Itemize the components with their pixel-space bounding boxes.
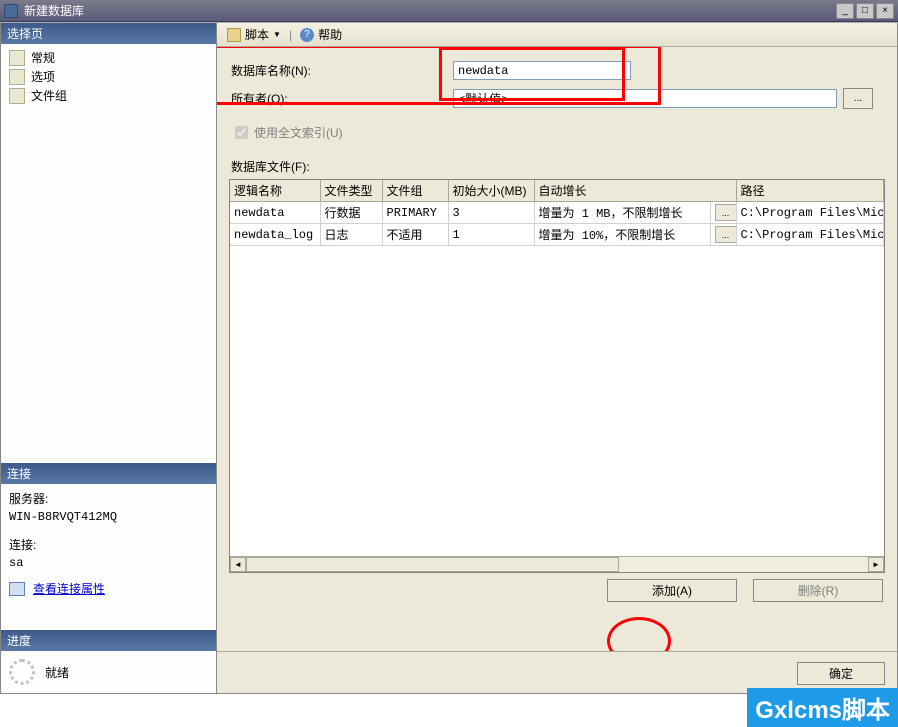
cell-path[interactable]: C:\Program Files\Micr: [736, 202, 883, 224]
owner-label: 所有者(O):: [229, 90, 453, 107]
owner-input[interactable]: [453, 89, 837, 108]
scroll-left-button[interactable]: ◄: [230, 557, 246, 572]
app-icon: [4, 4, 18, 18]
script-button[interactable]: 脚本 ▼: [223, 25, 285, 44]
col-autogrowth[interactable]: 自动增长: [534, 180, 736, 202]
page-icon: [9, 50, 25, 66]
conn-label: 连接:: [9, 536, 208, 554]
add-button[interactable]: 添加(A): [607, 579, 737, 602]
col-initial-size[interactable]: 初始大小(MB): [448, 180, 534, 202]
view-connection-properties-link[interactable]: 查看连接属性: [33, 580, 105, 598]
scroll-thumb[interactable]: [246, 557, 619, 572]
fulltext-checkbox: [235, 126, 248, 139]
cell-type[interactable]: 行数据: [320, 202, 382, 224]
cell-size[interactable]: 3: [448, 202, 534, 224]
connection-header: 连接: [1, 463, 216, 484]
page-icon: [9, 88, 25, 104]
col-file-type[interactable]: 文件类型: [320, 180, 382, 202]
select-page-header: 选择页: [1, 23, 216, 44]
sidebar-item-label: 选项: [31, 68, 55, 85]
progress-status: 就绪: [45, 664, 69, 681]
watermark: Gxlcms脚本: [747, 688, 898, 727]
ok-button[interactable]: 确定: [797, 662, 885, 685]
minimize-button[interactable]: _: [836, 3, 854, 19]
progress-header: 进度: [1, 630, 216, 651]
properties-icon: [9, 582, 25, 596]
table-row[interactable]: newdata_log 日志 不适用 1 增量为 10%，不限制增长 ... C…: [230, 224, 884, 246]
col-path[interactable]: 路径: [736, 180, 883, 202]
cell-group[interactable]: 不适用: [382, 224, 448, 246]
cell-type[interactable]: 日志: [320, 224, 382, 246]
owner-browse-button[interactable]: ...: [843, 88, 873, 109]
page-icon: [9, 69, 25, 85]
server-value: WIN-B8RVQT412MQ: [9, 508, 208, 526]
cell-group[interactable]: PRIMARY: [382, 202, 448, 224]
col-filegroup[interactable]: 文件组: [382, 180, 448, 202]
db-name-label: 数据库名称(N):: [229, 62, 453, 79]
script-label: 脚本: [245, 26, 269, 43]
sidebar-item-filegroups[interactable]: 文件组: [5, 86, 212, 105]
server-label: 服务器:: [9, 490, 208, 508]
maximize-button[interactable]: □: [856, 3, 874, 19]
star-annotation-icon: ☆: [217, 211, 219, 231]
horizontal-scrollbar[interactable]: ◄ ►: [230, 556, 884, 572]
remove-button: 删除(R): [753, 579, 883, 602]
db-files-label: 数据库文件(F):: [229, 158, 885, 175]
help-icon: ?: [300, 28, 314, 42]
fulltext-label: 使用全文索引(U): [254, 124, 343, 141]
cell-path[interactable]: C:\Program Files\Micr: [736, 224, 883, 246]
help-button[interactable]: ? 帮助: [296, 25, 346, 44]
titlebar: 新建数据库 _ □ ×: [0, 0, 898, 22]
table-row[interactable]: newdata 行数据 PRIMARY 3 增量为 1 MB，不限制增长 ...…: [230, 202, 884, 224]
star-annotation-icon: ☆: [217, 233, 219, 253]
cell-name[interactable]: newdata_log: [230, 224, 320, 246]
script-icon: [227, 28, 241, 42]
cell-growth[interactable]: 增量为 10%，不限制增长: [534, 224, 710, 246]
db-name-input[interactable]: [453, 61, 631, 80]
content-panel: 脚本 ▼ | ? 帮助 数据库名称(N): 所有者(O): ... 使用全文索引…: [217, 23, 897, 693]
help-label: 帮助: [318, 26, 342, 43]
cell-name[interactable]: newdata: [230, 202, 320, 224]
spinner-icon: [9, 659, 35, 685]
growth-edit-button[interactable]: ...: [715, 226, 737, 243]
conn-value: sa: [9, 554, 208, 572]
cell-size[interactable]: 1: [448, 224, 534, 246]
toolbar: 脚本 ▼ | ? 帮助: [217, 23, 897, 47]
sidebar-item-label: 常规: [31, 49, 55, 66]
sidebar-item-options[interactable]: 选项: [5, 67, 212, 86]
files-grid[interactable]: 逻辑名称 文件类型 文件组 初始大小(MB) 自动增长 路径 newdata 行…: [229, 179, 885, 573]
highlight-oval-add: [607, 617, 671, 651]
window-title: 新建数据库: [24, 2, 834, 19]
scroll-right-button[interactable]: ►: [868, 557, 884, 572]
growth-edit-button[interactable]: ...: [715, 204, 737, 221]
sidebar-item-label: 文件组: [31, 87, 67, 104]
sidebar-panel: 选择页 常规 选项 文件组 连接 服务器: WIN-B8RVQT412MQ 连接…: [1, 23, 217, 693]
chevron-down-icon: ▼: [273, 30, 281, 39]
cell-growth[interactable]: 增量为 1 MB，不限制增长: [534, 202, 710, 224]
sidebar-item-general[interactable]: 常规: [5, 48, 212, 67]
close-button[interactable]: ×: [876, 3, 894, 19]
col-logical-name[interactable]: 逻辑名称: [230, 180, 320, 202]
